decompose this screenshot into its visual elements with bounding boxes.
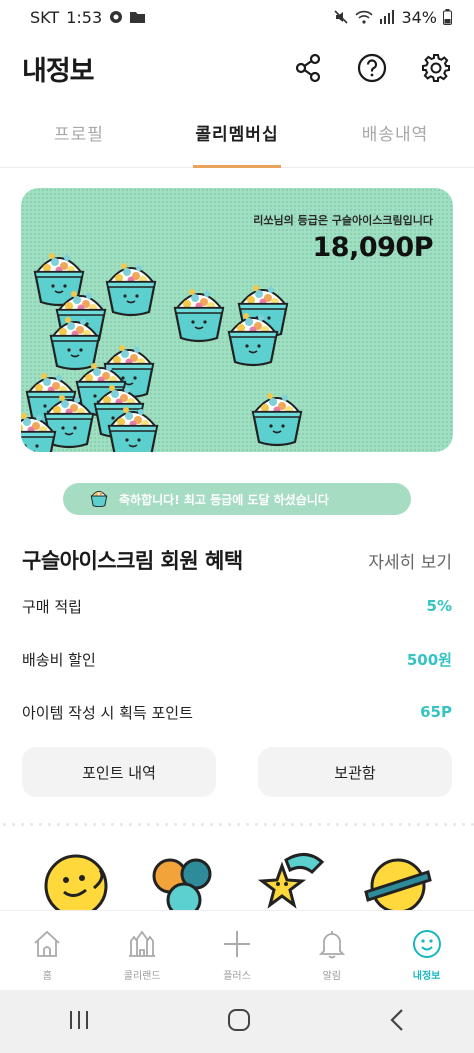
nav-label: 플러스 xyxy=(223,971,251,982)
membership-card: 리쏘님의 등급은 구슬아이스크림입니다 18,090P xyxy=(21,188,453,452)
benefit-row: 구매 적립 5% xyxy=(22,592,452,620)
notification-app-icon xyxy=(109,10,123,24)
system-navigation-bar xyxy=(0,990,474,1053)
view-details-link[interactable]: 자세히 보기 xyxy=(368,548,452,573)
castle-icon xyxy=(127,929,157,963)
nav-label: 알림 xyxy=(322,971,341,982)
benefit-row: 아이템 작성 시 획득 포인트 65P xyxy=(22,698,452,726)
ice-cream-cups-illustration xyxy=(21,251,303,452)
settings-icon[interactable] xyxy=(420,52,452,84)
nav-label: 내정보 xyxy=(412,971,441,982)
battery-icon xyxy=(443,9,452,25)
ice-cream-cup-icon xyxy=(89,487,109,511)
clock: 1:53 xyxy=(66,7,103,27)
nav-notifications[interactable]: 알림 xyxy=(284,911,379,990)
bell-icon xyxy=(317,929,347,963)
home-button-icon[interactable] xyxy=(226,1007,252,1037)
benefit-label: 구매 적립 xyxy=(22,597,82,616)
benefit-value: 500원 xyxy=(406,650,452,669)
tab-bar: 프로필 콜리멤버십 배송내역 xyxy=(0,108,474,168)
smiley-icon xyxy=(412,929,442,963)
page-title: 내정보 xyxy=(22,55,95,87)
tab-delivery[interactable]: 배송내역 xyxy=(316,108,474,167)
congrats-text: 축하합니다! 최고 등급에 도달 하셨습니다 xyxy=(119,492,329,507)
tab-profile[interactable]: 프로필 xyxy=(0,108,158,167)
points-history-button[interactable]: 포인트 내역 xyxy=(22,747,216,797)
benefit-label: 아이템 작성 시 획득 포인트 xyxy=(22,703,193,722)
recent-apps-icon[interactable] xyxy=(67,1009,91,1035)
app-header: 내정보 xyxy=(0,40,474,96)
benefit-value: 65P xyxy=(420,703,452,721)
benefits-title: 구슬아이스크림 회원 혜택 xyxy=(22,549,243,573)
benefit-label: 배송비 할인 xyxy=(22,650,96,669)
nav-home[interactable]: 홈 xyxy=(0,911,95,990)
congrats-banner: 축하합니다! 최고 등급에 도달 하셨습니다 xyxy=(63,483,411,515)
plus-icon xyxy=(222,929,252,963)
benefit-row: 배송비 할인 500원 xyxy=(22,645,452,673)
folder-icon xyxy=(130,11,146,23)
bottom-navigation: 홈 콜리랜드 플러스 알림 내정보 xyxy=(0,910,474,990)
storage-button[interactable]: 보관함 xyxy=(258,747,452,797)
nav-my-info[interactable]: 내정보 xyxy=(379,911,474,990)
share-icon[interactable] xyxy=(292,52,324,84)
mute-icon xyxy=(333,9,349,25)
help-icon[interactable] xyxy=(356,52,388,84)
home-icon xyxy=(32,929,62,963)
carrier-label: SKT xyxy=(30,7,60,27)
status-bar: SKT 1:53 34% xyxy=(0,0,474,34)
nav-plus[interactable]: 플러스 xyxy=(190,911,285,990)
back-icon[interactable] xyxy=(387,1008,407,1036)
signal-icon xyxy=(379,10,395,24)
battery-percent: 34% xyxy=(401,7,437,27)
nav-label: 콜리랜드 xyxy=(123,971,161,982)
benefit-value: 5% xyxy=(426,597,452,615)
nav-colliland[interactable]: 콜리랜드 xyxy=(95,911,190,990)
tab-membership[interactable]: 콜리멤버십 xyxy=(158,108,316,168)
nav-label: 홈 xyxy=(42,971,52,982)
dotted-divider xyxy=(0,820,474,830)
wifi-icon xyxy=(355,10,374,24)
